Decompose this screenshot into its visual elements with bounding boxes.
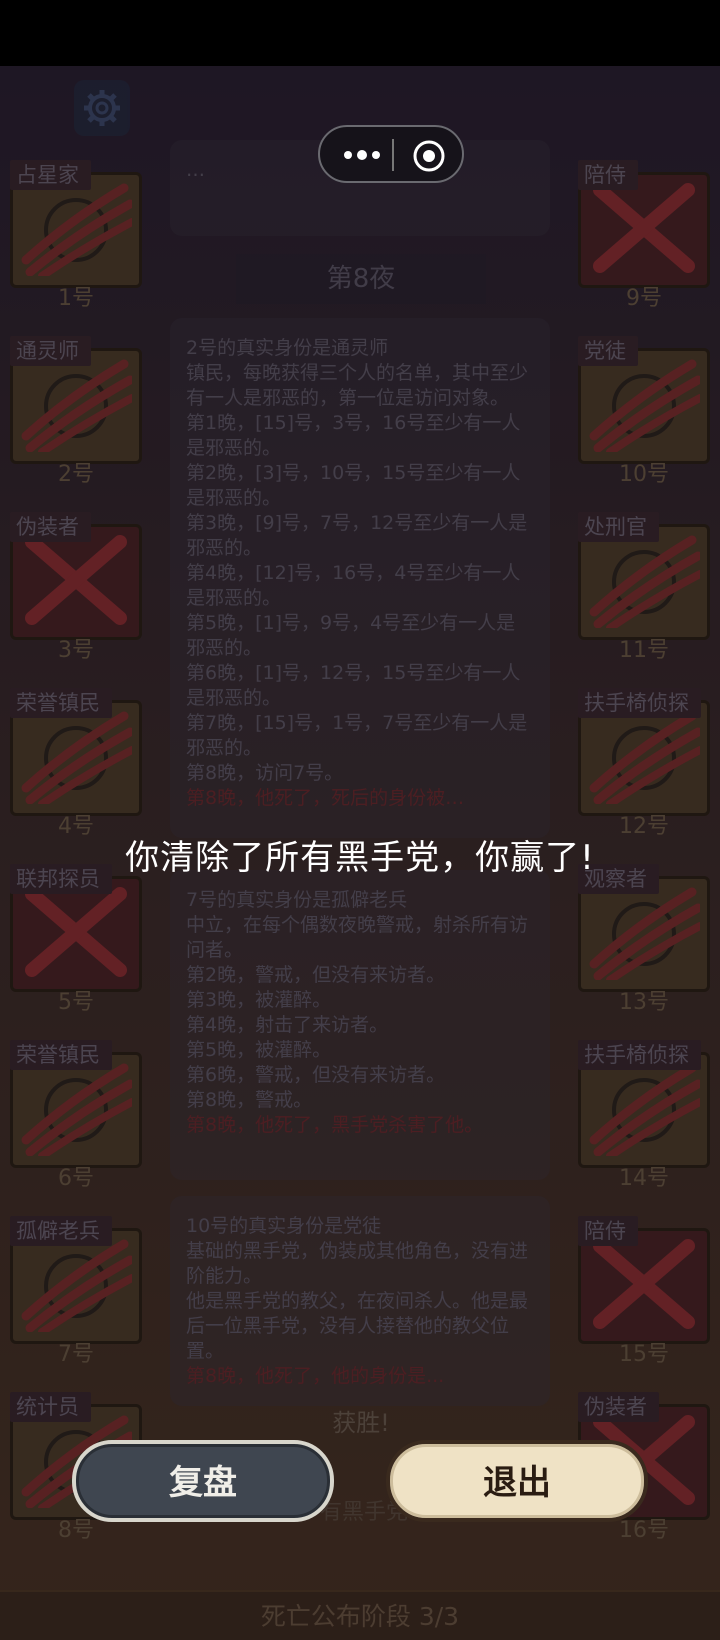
target-close-icon[interactable] (412, 139, 446, 173)
more-dots-icon[interactable] (340, 143, 384, 167)
replay-button[interactable]: 复盘 (72, 1440, 334, 1522)
exit-button[interactable]: 退出 (386, 1440, 648, 1522)
miniprogram-capsule (318, 125, 464, 183)
victory-message: 你清除了所有黑手党，你赢了! (125, 838, 595, 878)
status-bar (0, 0, 720, 66)
game-screen: 占星家 1号 通灵师 2号 伪装者 3号 荣誉镇民 4号 联邦探员 5号 荣誉镇民 6号 孤僻老兵 7号统… (0, 0, 720, 1640)
capsule-divider (392, 139, 394, 171)
